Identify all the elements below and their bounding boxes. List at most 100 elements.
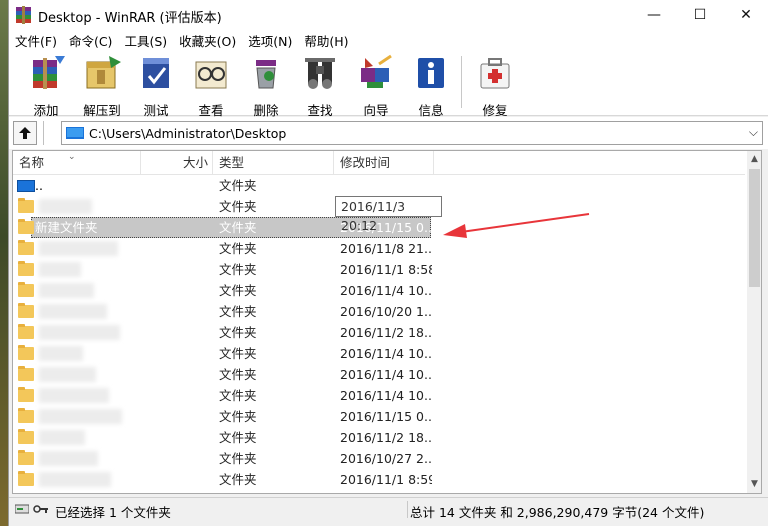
scroll-up-icon[interactable]: ▲ [747,151,761,168]
folder-icon [18,387,34,402]
redacted-name [39,430,85,445]
view-button[interactable]: 查看 [183,54,239,118]
folder-icon [18,303,34,318]
menu-favorites[interactable]: 收藏夹(O) [173,31,242,50]
folder-icon [18,282,34,297]
drive-icon [15,504,29,514]
info-button[interactable]: 信息 [403,54,459,118]
repair-icon [480,58,510,89]
minimize-icon: — [647,7,661,23]
winrar-app-icon [16,6,31,24]
selection-status: 已经选择 1 个文件夹 [55,505,171,520]
column-size[interactable]: 大小 [141,151,213,175]
folder-icon [18,471,34,486]
table-row[interactable]: 文件夹 2016/10/27 2... [13,448,745,469]
file-type: 文件夹 [219,262,257,277]
table-row[interactable]: 文件夹 2016/11/4 10... [13,385,745,406]
list-header: 名称 ⌄ 大小 类型 修改时间 [13,151,745,175]
vertical-scrollbar[interactable]: ▲ ▼ [747,151,761,493]
scroll-thumb[interactable] [749,169,760,287]
menu-tools[interactable]: 工具(S) [118,31,173,50]
file-type: 文件夹 [219,451,257,466]
desktop-icon [66,127,84,139]
table-row[interactable]: 文件夹 2016/11/2 18... [13,322,745,343]
find-icon [305,58,335,89]
chevron-down-icon[interactable]: ⌵ [749,125,758,140]
toolbar: 添加 解压到 测试 查看 删除 查找 向导 信息 修复 [9,50,768,118]
menu-options[interactable]: 选项(N) [242,31,298,50]
redacted-name [39,325,120,340]
delete-button[interactable]: 删除 [238,54,294,118]
table-row[interactable]: 文件夹 2016/11/4 10... [13,343,745,364]
extract-to-button[interactable]: 解压到 [74,54,130,118]
title-bar: Desktop - WinRAR (评估版本) — ☐ ✕ [9,0,768,30]
test-button[interactable]: 测试 [128,54,184,118]
table-row[interactable]: 文件夹 2016/11/8 21... [13,238,745,259]
winrar-window: Desktop - WinRAR (评估版本) — ☐ ✕ 文件(F) 命令(C… [8,0,768,526]
file-modified: 2016/11/4 10... [340,367,432,382]
file-modified: 2016/11/4 10... [340,283,432,298]
file-type: 文件夹 [219,346,257,361]
minimize-button[interactable]: — [631,0,677,30]
red-arrow-annotation [443,213,590,238]
file-rows: .. 文件夹 文件夹 新建文件夹 文件夹 2016/11/15 0... 文件夹 2016/1… [13,175,745,490]
table-row[interactable]: 文件夹 2016/10/20 1... [13,301,745,322]
column-size-label: 大小 [182,155,208,170]
folder-icon [18,261,34,276]
path-combobox[interactable]: C:\Users\Administrator\Desktop ⌵ [61,121,763,145]
column-type-label: 类型 [219,155,245,170]
up-folder-button[interactable] [13,121,37,145]
table-row[interactable]: 文件夹 2016/11/2 18... [13,427,745,448]
menu-file[interactable]: 文件(F) [9,31,63,50]
column-type[interactable]: 类型 [213,151,334,175]
scroll-down-icon[interactable]: ▼ [747,476,761,493]
table-row[interactable]: 文件夹 2016/11/15 0... [13,406,745,427]
table-row[interactable]: 新建文件夹 文件夹 2016/11/15 0... [13,217,745,238]
table-row[interactable]: 文件夹 2016/11/1 8:59 [13,469,745,490]
file-modified: 2016/11/1 8:58 [340,262,432,277]
redacted-name [39,262,81,277]
add-button[interactable]: 添加 [18,54,74,118]
extract-to-icon [86,56,121,89]
menu-help[interactable]: 帮助(H) [298,31,354,50]
file-modified [340,175,432,196]
column-name[interactable]: 名称 ⌄ [13,151,141,175]
folder-icon [18,408,34,423]
wizard-icon [361,54,392,88]
maximize-button[interactable]: ☐ [677,0,723,30]
file-modified: 2016/11/1 8:59 [340,472,432,487]
table-row[interactable]: 文件夹 2016/11/4 10... [13,280,745,301]
toolbar-separator [461,56,462,108]
test-icon [143,58,169,88]
folder-icon [18,219,34,234]
total-status: 总计 14 文件夹 和 2,986,290,479 字节(24 个文件) [410,505,705,520]
file-type: 文件夹 [219,178,257,193]
file-type: 文件夹 [219,283,257,298]
redacted-name [39,367,96,382]
redacted-name [39,283,94,298]
find-button[interactable]: 查找 [292,54,348,118]
close-button[interactable]: ✕ [723,0,768,30]
menu-commands[interactable]: 命令(C) [63,31,118,50]
wizard-button[interactable]: 向导 [348,54,404,118]
delete-icon [256,60,276,89]
table-row[interactable]: 文件夹 2016/11/1 8:58 [13,259,745,280]
info-icon [418,58,444,88]
add-archive-icon [33,56,65,89]
file-type: 文件夹 [219,325,257,340]
redacted-name [39,304,107,319]
file-type: 文件夹 [219,220,257,235]
column-modified[interactable]: 修改时间 [334,151,434,175]
repair-button[interactable]: 修复 [467,54,523,118]
table-row[interactable]: 文件夹 2016/11/4 10... [13,364,745,385]
table-row[interactable]: .. 文件夹 [13,175,745,196]
folder-icon [18,324,34,339]
file-modified: 2016/10/27 2... [340,451,432,466]
file-type: 文件夹 [219,367,257,382]
file-name: 新建文件夹 [35,220,98,235]
up-arrow-icon [19,127,31,139]
window-title: Desktop - WinRAR (评估版本) [38,11,222,26]
maximize-icon: ☐ [693,7,707,23]
redacted-name [39,409,122,424]
file-modified: 2016/11/4 10... [340,388,432,403]
